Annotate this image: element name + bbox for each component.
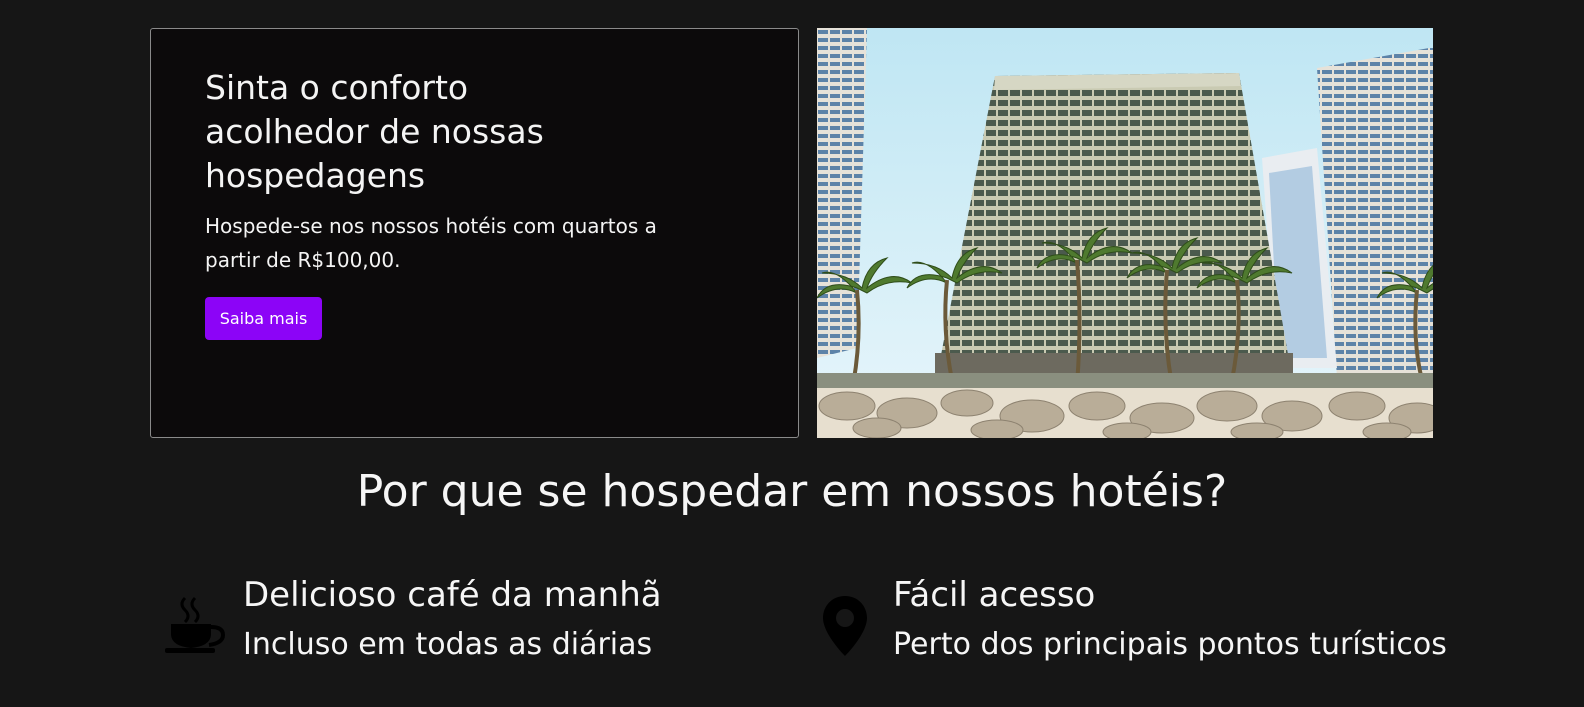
why-stay-heading: Por que se hospedar em nossos hotéis? (356, 466, 1228, 517)
page: Sinta o conforto acolhedor de nossas hos… (0, 0, 1584, 707)
hotel-photo (817, 28, 1433, 438)
feature-title-access: Fácil acesso (893, 575, 1096, 615)
hero-card: Sinta o conforto acolhedor de nossas hos… (150, 28, 799, 438)
feature-title-breakfast: Delicioso café da manhã (243, 575, 662, 615)
learn-more-button[interactable]: Saiba mais (205, 297, 322, 340)
feature-text-breakfast: Incluso em todas as diárias (243, 627, 653, 662)
map-pin-icon (823, 596, 867, 660)
hero-title: Sinta o conforto acolhedor de nossas hos… (205, 68, 544, 195)
coffee-cup-icon (165, 596, 226, 658)
hero-description: Hospede-se nos nossos hotéis com quartos… (205, 214, 657, 272)
feature-text-access: Perto dos principais pontos turísticos (893, 627, 1447, 662)
